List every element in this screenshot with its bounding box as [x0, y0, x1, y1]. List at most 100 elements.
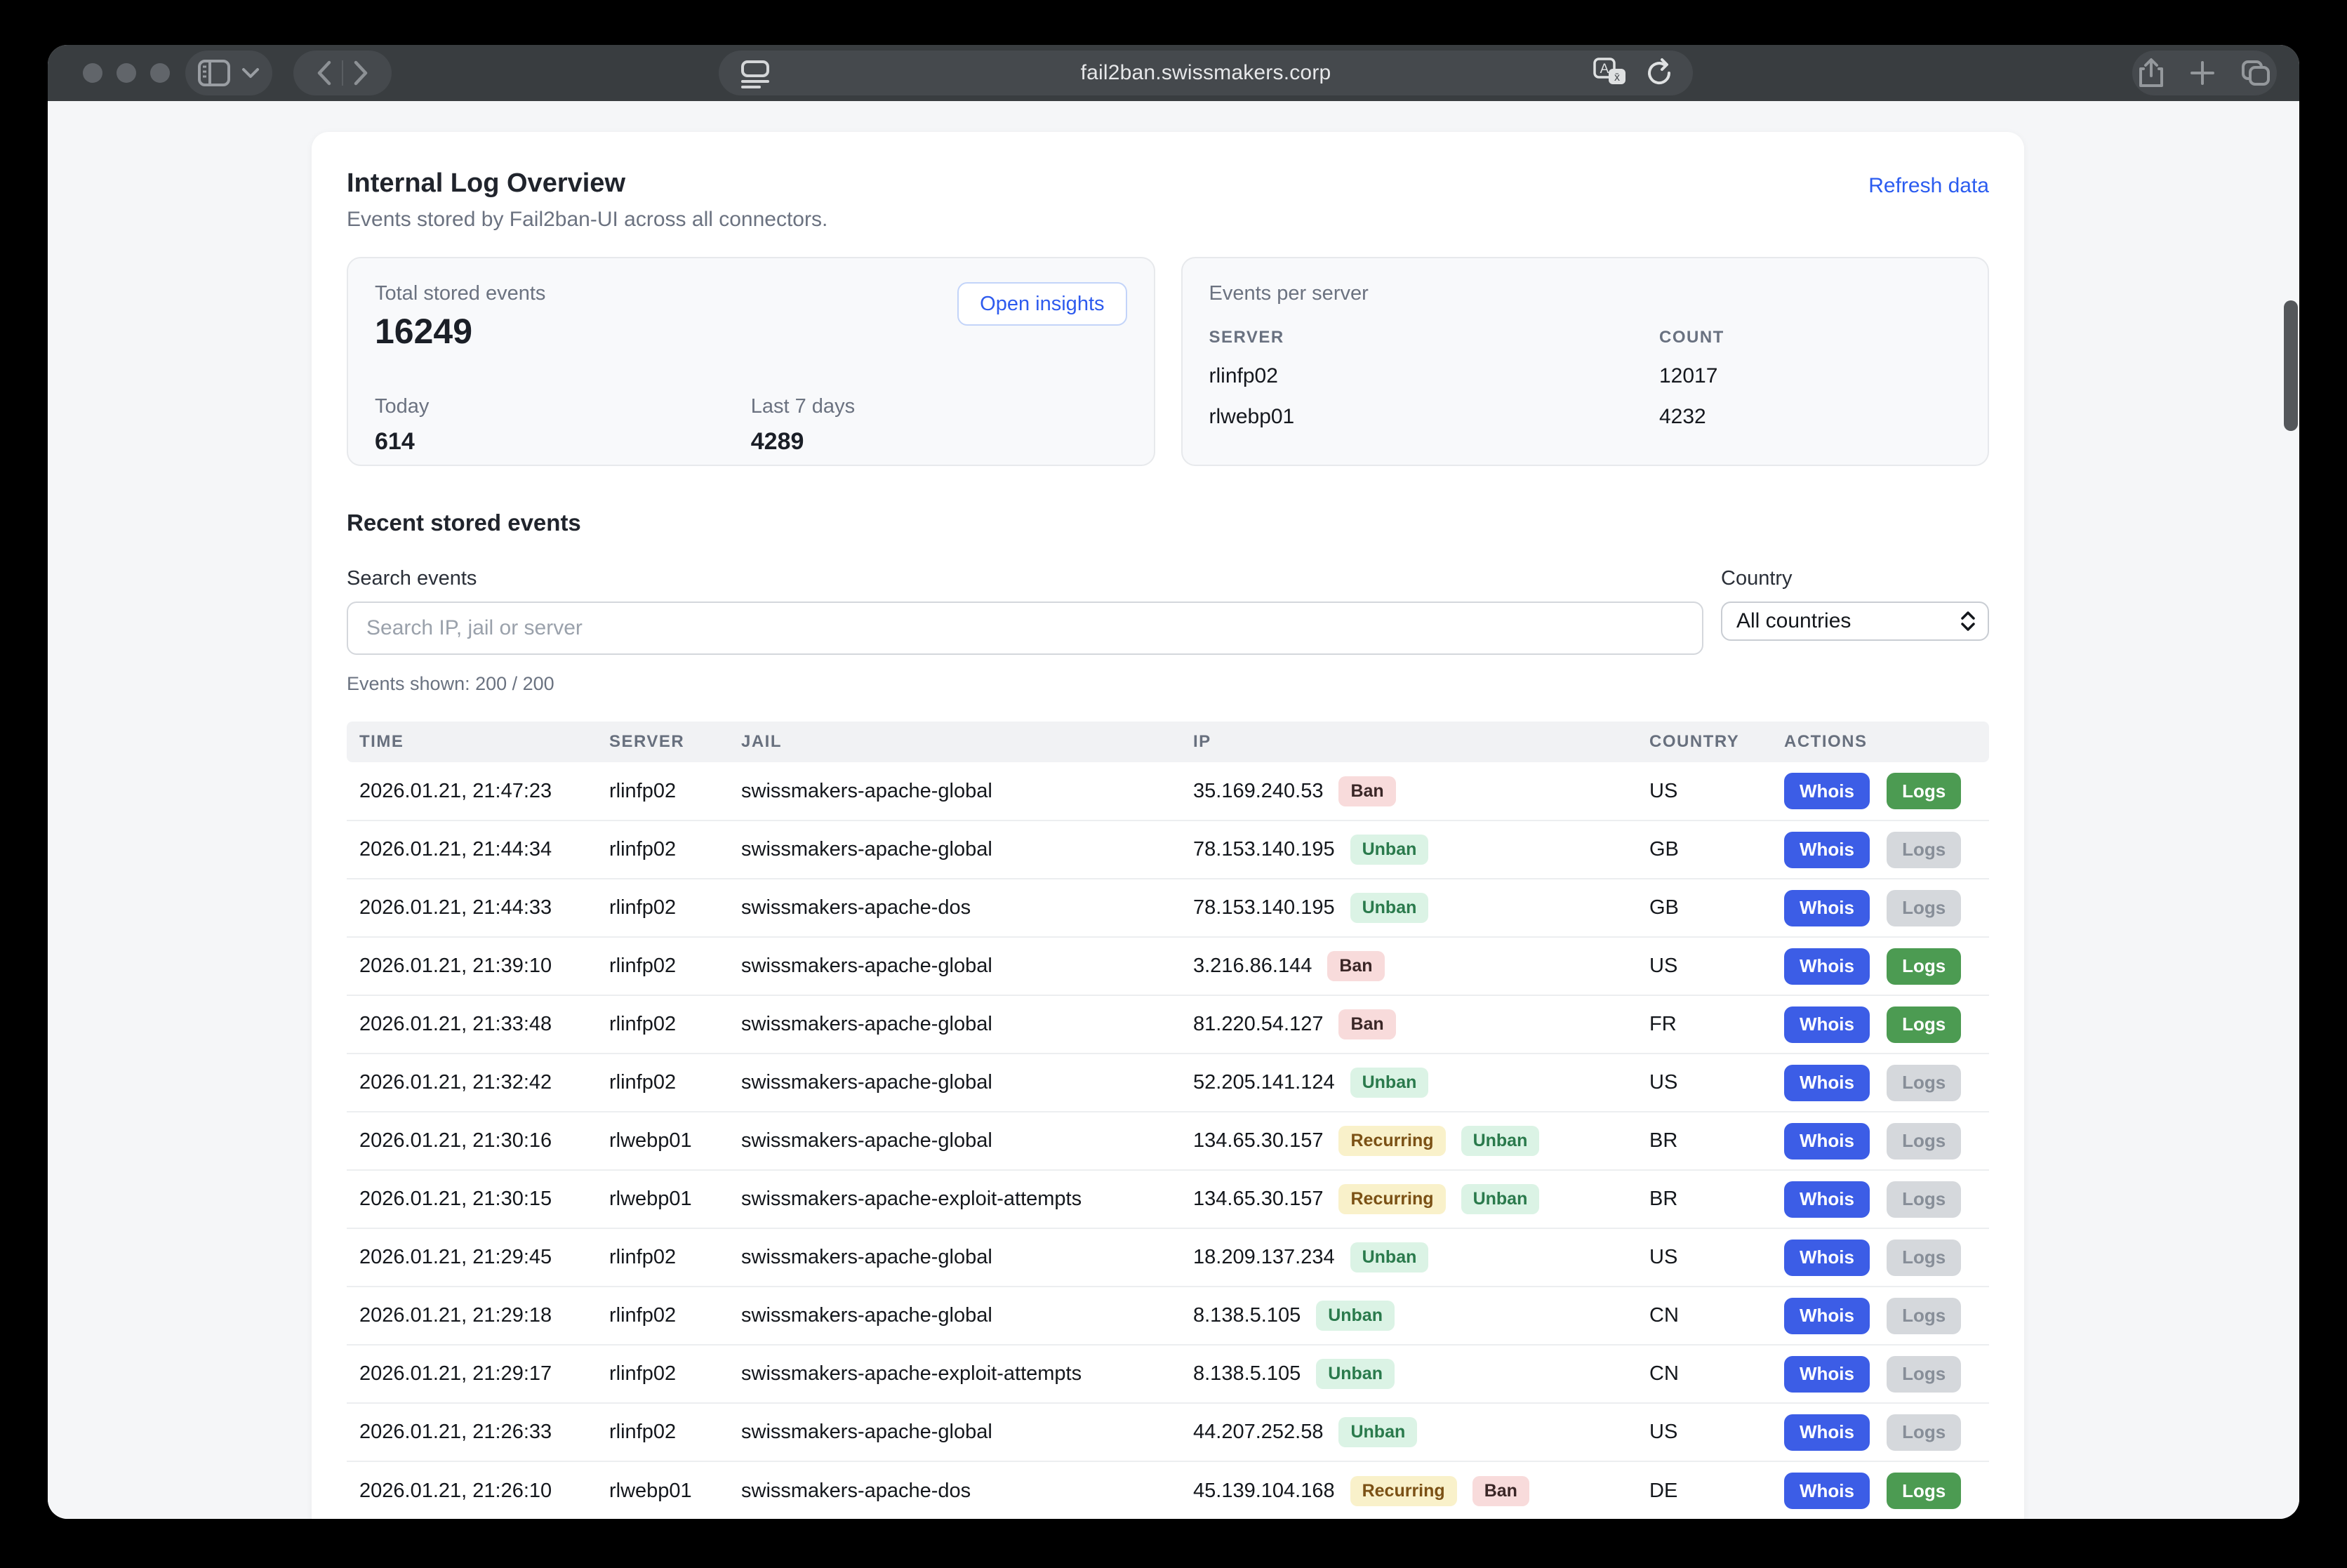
server-column-header: SERVER — [1209, 328, 1660, 347]
whois-button[interactable]: Whois — [1784, 832, 1870, 868]
zoom-window-button[interactable] — [150, 63, 170, 83]
url-text[interactable]: fail2ban.swissmakers.corp — [1081, 61, 1331, 85]
event-ip-cell: 52.205.141.124Unban — [1192, 1054, 1649, 1112]
event-ip-cell: 134.65.30.157RecurringUnban — [1192, 1112, 1649, 1170]
events-per-server-card: Events per server SERVER COUNT rlinfp02 … — [1181, 257, 1990, 466]
translate-icon[interactable]: A x̄ — [1592, 58, 1628, 88]
select-chevrons-icon — [1960, 610, 1976, 632]
logs-button[interactable]: Logs — [1887, 890, 1961, 926]
sidebar-toggle-icon[interactable] — [198, 60, 230, 86]
whois-button[interactable]: Whois — [1784, 890, 1870, 926]
browser-toolbar: fail2ban.swissmakers.corp A x̄ — [48, 45, 2299, 101]
unban-badge: Unban — [1350, 893, 1429, 923]
event-server: rlinfp02 — [609, 937, 740, 995]
server-name: rlwebp01 — [1209, 405, 1660, 429]
event-jail: swissmakers-apache-exploit-attempts — [740, 1345, 1192, 1403]
logs-button[interactable]: Logs — [1887, 1181, 1961, 1218]
minimize-window-button[interactable] — [117, 63, 136, 83]
event-time: 2026.01.21, 21:30:16 — [347, 1112, 609, 1170]
event-time: 2026.01.21, 21:32:42 — [347, 1054, 609, 1112]
recurring-badge: Recurring — [1338, 1126, 1445, 1156]
today-value: 614 — [375, 428, 751, 456]
logs-button[interactable]: Logs — [1887, 832, 1961, 868]
event-ip-cell: 78.153.140.195Unban — [1192, 820, 1649, 879]
ban-badge: Ban — [1338, 1009, 1395, 1039]
event-country: CN — [1649, 1287, 1783, 1345]
event-table-row: 2026.01.21, 21:29:45 rlinfp02 swissmaker… — [347, 1228, 1989, 1287]
whois-button[interactable]: Whois — [1784, 1473, 1870, 1509]
event-ip-cell: 44.207.252.58Unban — [1192, 1403, 1649, 1461]
event-table-row: 2026.01.21, 21:30:15 rlwebp01 swissmaker… — [347, 1170, 1989, 1228]
unban-badge: Unban — [1316, 1301, 1395, 1331]
logs-button[interactable]: Logs — [1887, 1356, 1961, 1393]
event-ip: 134.65.30.157 — [1193, 1129, 1323, 1152]
event-jail: swissmakers-apache-global — [740, 937, 1192, 995]
logs-button[interactable]: Logs — [1887, 1065, 1961, 1101]
event-country: US — [1649, 1228, 1783, 1287]
event-server: rlinfp02 — [609, 1287, 740, 1345]
whois-button[interactable]: Whois — [1784, 1123, 1870, 1160]
event-table-row: 2026.01.21, 21:29:17 rlinfp02 swissmaker… — [347, 1345, 1989, 1403]
event-server: rlwebp01 — [609, 1112, 740, 1170]
logs-button[interactable]: Logs — [1887, 1006, 1961, 1043]
event-ip: 44.207.252.58 — [1193, 1421, 1323, 1443]
logs-button[interactable]: Logs — [1887, 1414, 1961, 1451]
event-time: 2026.01.21, 21:29:18 — [347, 1287, 609, 1345]
country-label: Country — [1721, 567, 1989, 590]
whois-button[interactable]: Whois — [1784, 1414, 1870, 1451]
event-ip-cell: 18.209.137.234Unban — [1192, 1228, 1649, 1287]
whois-button[interactable]: Whois — [1784, 1240, 1870, 1276]
whois-button[interactable]: Whois — [1784, 1356, 1870, 1393]
events-table: TIME SERVER JAIL IP COUNTRY ACTIONS 2026… — [347, 722, 1989, 1519]
chevron-down-icon[interactable] — [241, 67, 260, 79]
event-ip: 81.220.54.127 — [1193, 1013, 1323, 1035]
whois-button[interactable]: Whois — [1784, 773, 1870, 809]
event-jail: swissmakers-apache-dos — [740, 1461, 1192, 1519]
event-server: rlwebp01 — [609, 1461, 740, 1519]
country-select[interactable]: All countries — [1721, 602, 1989, 641]
svg-text:x̄: x̄ — [1614, 72, 1620, 84]
event-table-row: 2026.01.21, 21:47:23 rlinfp02 swissmaker… — [347, 762, 1989, 820]
event-ip: 45.139.104.168 — [1193, 1480, 1335, 1502]
tab-overview-icon[interactable] — [2240, 59, 2271, 87]
logs-button[interactable]: Logs — [1887, 1473, 1961, 1509]
server-count: 4232 — [1659, 405, 1961, 429]
share-icon[interactable] — [2138, 58, 2165, 88]
unban-badge: Unban — [1350, 1242, 1429, 1273]
ban-badge: Ban — [1472, 1476, 1529, 1506]
events-table-header-row: TIME SERVER JAIL IP COUNTRY ACTIONS — [347, 722, 1989, 762]
new-tab-plus-icon[interactable] — [2190, 60, 2215, 86]
reload-icon[interactable] — [1644, 58, 1675, 88]
logs-button[interactable]: Logs — [1887, 1298, 1961, 1334]
logs-button[interactable]: Logs — [1887, 1123, 1961, 1160]
whois-button[interactable]: Whois — [1784, 948, 1870, 985]
server-count: 12017 — [1659, 364, 1961, 388]
event-country: DE — [1649, 1461, 1783, 1519]
forward-button-icon[interactable] — [353, 60, 368, 86]
window-controls[interactable] — [83, 63, 170, 83]
address-bar[interactable]: fail2ban.swissmakers.corp A x̄ — [719, 51, 1693, 95]
close-window-button[interactable] — [83, 63, 102, 83]
sidebar-toggle-group[interactable] — [185, 51, 272, 95]
event-time: 2026.01.21, 21:26:10 — [347, 1461, 609, 1519]
whois-button[interactable]: Whois — [1784, 1006, 1870, 1043]
whois-button[interactable]: Whois — [1784, 1181, 1870, 1218]
event-jail: swissmakers-apache-exploit-attempts — [740, 1170, 1192, 1228]
refresh-data-link[interactable]: Refresh data — [1868, 174, 1989, 198]
page-format-icon[interactable] — [738, 60, 772, 88]
whois-button[interactable]: Whois — [1784, 1298, 1870, 1334]
event-country: US — [1649, 1403, 1783, 1461]
open-insights-button[interactable]: Open insights — [957, 282, 1126, 326]
logs-button[interactable]: Logs — [1887, 948, 1961, 985]
logs-button[interactable]: Logs — [1887, 773, 1961, 809]
event-table-row: 2026.01.21, 21:29:18 rlinfp02 swissmaker… — [347, 1287, 1989, 1345]
whois-button[interactable]: Whois — [1784, 1065, 1870, 1101]
back-button-icon[interactable] — [317, 60, 332, 86]
recent-events-heading: Recent stored events — [347, 510, 1989, 536]
last7-value: 4289 — [751, 428, 1127, 456]
scrollbar-thumb[interactable] — [2284, 300, 2298, 431]
column-header-country: COUNTRY — [1649, 722, 1783, 762]
event-country: BR — [1649, 1170, 1783, 1228]
logs-button[interactable]: Logs — [1887, 1240, 1961, 1276]
search-input[interactable] — [347, 602, 1703, 655]
